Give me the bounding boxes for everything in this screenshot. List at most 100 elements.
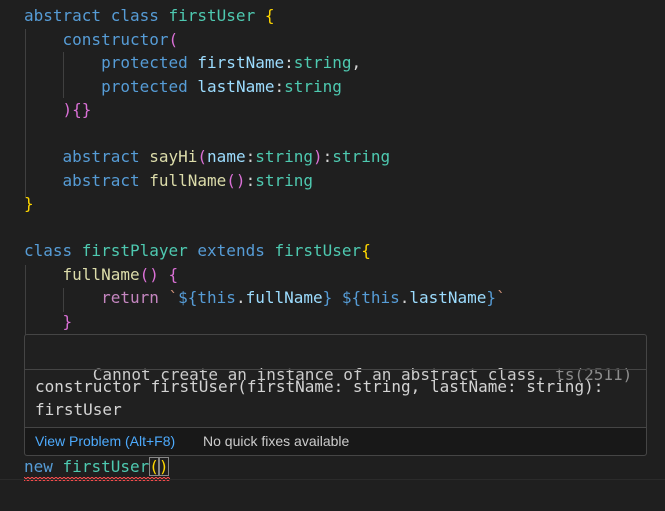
code-token: } — [486, 288, 497, 307]
code-token: lastName — [409, 288, 487, 307]
hover-divider — [25, 369, 646, 370]
code-line[interactable]: abstract fullName():string — [24, 170, 313, 192]
code-token: lastName — [197, 76, 275, 96]
code-line[interactable]: protected lastName:string — [24, 76, 342, 98]
code-token: ) — [158, 457, 169, 476]
code-token: ` — [168, 288, 179, 307]
signature-line-2: firstUser — [35, 400, 122, 419]
hover-message-row: Cannot create an instance of an abstract… — [35, 342, 632, 384]
code-token: . — [399, 288, 410, 307]
code-token: firstName — [197, 53, 285, 72]
code-token: firstUser — [274, 241, 362, 260]
code-line[interactable]: abstract class firstUser { — [24, 5, 274, 27]
code-token: { — [168, 264, 179, 284]
code-line[interactable]: return `${this.fullName} ${this.lastName… — [24, 287, 506, 309]
code-line[interactable]: } — [24, 311, 73, 333]
divider — [0, 479, 665, 480]
code-token: , — [351, 53, 362, 72]
code-token: string — [332, 147, 391, 166]
code-token: protected — [101, 76, 188, 96]
code-token: this — [197, 288, 236, 307]
code-line[interactable]: ){} — [24, 99, 92, 121]
code-token: . — [235, 288, 246, 307]
code-line[interactable]: } — [24, 193, 34, 215]
code-token: { — [361, 241, 371, 260]
code-token: } — [62, 311, 73, 331]
code-line-new-instance[interactable]: new firstUser() — [24, 456, 169, 478]
code-token: : — [245, 147, 256, 166]
code-token: : — [245, 170, 256, 190]
code-line[interactable]: constructor( — [24, 29, 179, 51]
code-token: string — [255, 147, 314, 166]
code-token: fullName — [149, 170, 227, 190]
code-token: { — [264, 6, 275, 25]
code-token: class — [24, 241, 82, 260]
code-token: ) — [313, 147, 323, 166]
code-token: {} — [72, 100, 92, 119]
code-token: firstUser — [62, 457, 150, 476]
code-token: } — [24, 194, 34, 213]
code-token: this — [361, 288, 400, 307]
code-token: abstract — [62, 170, 140, 190]
code-token: } — [322, 288, 333, 307]
code-token: ` — [496, 288, 506, 307]
code-token: abstract — [62, 147, 140, 166]
code-token: return — [101, 288, 159, 307]
code-token: : — [274, 76, 285, 96]
code-line[interactable]: class firstPlayer extends firstUser{ — [24, 240, 371, 262]
code-token: abstract class — [24, 6, 169, 25]
code-token: : — [322, 147, 333, 166]
code-token: new — [24, 457, 53, 476]
code-token: string — [284, 76, 342, 96]
code-token: string — [255, 170, 313, 190]
hover-signature: constructor firstUser(firstName: string,… — [35, 375, 635, 421]
error-hover-widget: Cannot create an instance of an abstract… — [24, 334, 647, 456]
code-editor[interactable]: abstract class firstUser { constructor( … — [0, 0, 665, 511]
code-token: string — [293, 53, 352, 72]
no-quick-fixes-text: No quick fixes available — [203, 433, 350, 449]
code-token: firstUser — [168, 6, 256, 25]
hover-status-bar: View Problem (Alt+F8) No quick fixes ava… — [25, 428, 646, 455]
code-token: fullName — [245, 288, 323, 307]
code-token: ${ — [341, 288, 362, 307]
code-token: ) — [62, 100, 73, 119]
code-token: extends — [197, 241, 265, 260]
code-token: ( — [168, 29, 179, 49]
code-token: sayHi — [149, 147, 198, 166]
signature-line-1: constructor firstUser(firstName: string,… — [35, 377, 604, 396]
code-token: ( — [149, 457, 159, 476]
code-token: name — [207, 147, 246, 166]
code-line[interactable]: abstract sayHi(name:string):string — [24, 146, 391, 168]
code-line[interactable]: protected firstName:string, — [24, 52, 361, 74]
code-line[interactable]: fullName() { — [24, 264, 179, 286]
code-token: () — [139, 264, 159, 284]
code-token: () — [226, 170, 246, 190]
code-token: ${ — [178, 288, 198, 307]
code-token: : — [284, 53, 294, 72]
code-token: ( — [197, 147, 208, 166]
code-token: constructor — [62, 29, 169, 49]
code-token: fullName — [62, 264, 140, 284]
view-problem-link[interactable]: View Problem (Alt+F8) — [35, 428, 175, 455]
code-token: protected — [101, 53, 188, 72]
code-token: firstPlayer — [81, 241, 188, 260]
